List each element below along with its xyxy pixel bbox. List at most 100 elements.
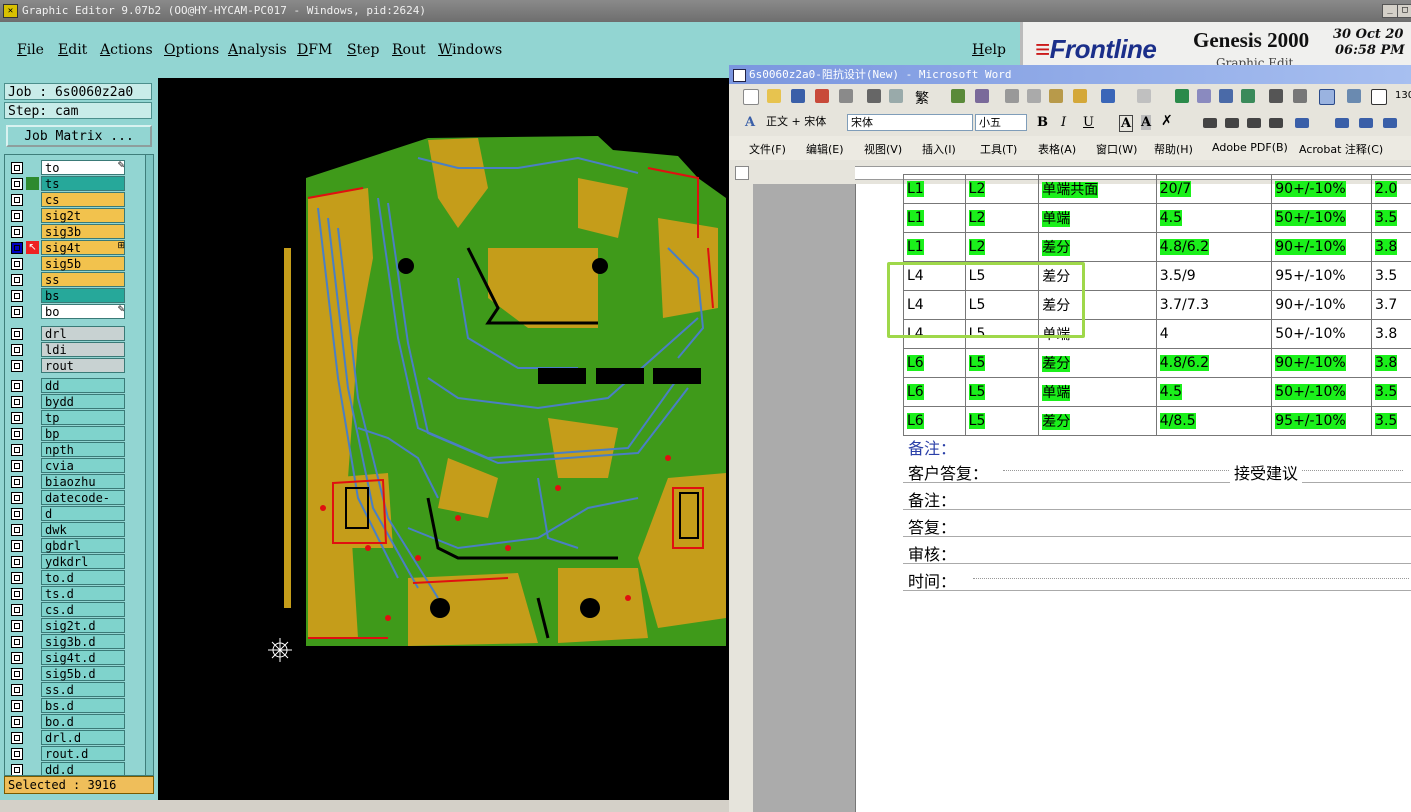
layer-name[interactable]: rout xyxy=(41,358,125,373)
layer-checkbox[interactable] xyxy=(11,460,23,472)
layer-checkbox[interactable] xyxy=(11,412,23,424)
styles-icon[interactable]: A xyxy=(745,115,755,130)
layer-checkbox[interactable] xyxy=(11,620,23,632)
layer-name[interactable]: bp xyxy=(41,426,125,441)
layer-checkbox[interactable] xyxy=(11,732,23,744)
font-size-dropdown[interactable]: 小五 xyxy=(975,114,1027,131)
layer-row[interactable]: dwk xyxy=(5,522,127,538)
layer-row[interactable]: cs.d xyxy=(5,602,127,618)
undo-icon[interactable] xyxy=(1101,89,1115,103)
layer-row[interactable]: ss.d xyxy=(5,682,127,698)
table-cell[interactable]: L5 xyxy=(964,377,1040,407)
font-dropdown[interactable]: 宋体 xyxy=(847,114,973,131)
layer-checkbox[interactable] xyxy=(11,524,23,536)
job-matrix-button[interactable]: Job Matrix ... xyxy=(6,125,152,147)
layer-row[interactable]: dd.d xyxy=(5,762,127,775)
menu-actions[interactable]: Actions xyxy=(100,42,153,58)
table-cell[interactable]: L5 xyxy=(964,348,1040,378)
layer-name[interactable]: bs.d xyxy=(41,698,125,713)
table-cell[interactable]: 3.5 xyxy=(1371,261,1411,291)
table-cell[interactable]: L6 xyxy=(903,348,966,378)
layer-checkbox[interactable] xyxy=(11,508,23,520)
table-cell[interactable]: L6 xyxy=(903,377,966,407)
menu-help[interactable]: Help xyxy=(972,42,1006,58)
layer-row[interactable]: rout.d xyxy=(5,746,127,762)
layer-checkbox[interactable] xyxy=(11,344,23,356)
hyperlink-icon[interactable] xyxy=(1175,89,1189,103)
layer-name[interactable]: cs xyxy=(41,192,125,207)
layer-checkbox[interactable] xyxy=(11,700,23,712)
word-menu-tools[interactable]: 工具(T) xyxy=(980,141,1017,157)
print-icon[interactable] xyxy=(867,89,881,103)
layer-row[interactable]: bs xyxy=(5,288,127,304)
layer-name[interactable]: ldi xyxy=(41,342,125,357)
layer-row[interactable]: ts.d xyxy=(5,586,127,602)
layer-checkbox[interactable] xyxy=(11,258,23,270)
layer-row[interactable]: gbdrl xyxy=(5,538,127,554)
layer-row[interactable]: npth xyxy=(5,442,127,458)
insert-table-icon[interactable] xyxy=(1219,89,1233,103)
align-right-icon[interactable] xyxy=(1247,118,1261,128)
layer-checkbox[interactable] xyxy=(11,716,23,728)
layer-checkbox[interactable] xyxy=(11,492,23,504)
line-spacing-icon[interactable] xyxy=(1295,118,1309,128)
save-icon[interactable] xyxy=(791,89,805,103)
layer-name[interactable]: gbdrl xyxy=(41,538,125,553)
menu-analysis[interactable]: Analysis xyxy=(228,42,287,58)
word-menu-window[interactable]: 窗口(W) xyxy=(1096,141,1137,157)
traditional-chinese-icon[interactable]: 繁 xyxy=(915,88,929,108)
layer-checkbox[interactable] xyxy=(11,428,23,440)
layer-checkbox[interactable] xyxy=(11,636,23,648)
word-menu-insert[interactable]: 插入(I) xyxy=(922,141,956,157)
layer-row[interactable]: sig3b xyxy=(5,224,127,240)
menu-file[interactable]: File xyxy=(17,42,44,58)
table-cell[interactable]: 4.8/6.2 xyxy=(1155,232,1273,262)
vertical-ruler[interactable] xyxy=(729,184,754,812)
layer-checkbox[interactable] xyxy=(11,684,23,696)
layer-checkbox[interactable] xyxy=(11,226,23,238)
table-cell[interactable]: 90+/-10% xyxy=(1271,290,1373,320)
layer-row[interactable]: ydkdrl xyxy=(5,554,127,570)
menu-options[interactable]: Options xyxy=(164,42,219,58)
layer-row[interactable]: ss xyxy=(5,272,127,288)
layer-row[interactable]: d xyxy=(5,506,127,522)
layer-row[interactable]: sig4t ⊞ ↖ xyxy=(5,240,127,256)
layer-name[interactable]: bs xyxy=(41,288,125,303)
layer-name[interactable]: to.d xyxy=(41,570,125,585)
table-cell[interactable]: L5 xyxy=(964,406,1040,436)
layer-row[interactable]: sig4t.d xyxy=(5,650,127,666)
table-cell[interactable]: L1 xyxy=(903,232,966,262)
word-menu-adobe-pdf[interactable]: Adobe PDF(B) xyxy=(1212,141,1288,154)
layer-checkbox[interactable] xyxy=(11,178,23,190)
drawing-icon[interactable] xyxy=(1293,89,1307,103)
table-cell[interactable]: 单端共面 xyxy=(1038,174,1157,204)
layer-checkbox[interactable] xyxy=(11,444,23,456)
layer-row[interactable]: bo.d xyxy=(5,714,127,730)
graphic-canvas[interactable] xyxy=(158,78,729,800)
table-cell[interactable]: 3.8 xyxy=(1371,319,1411,349)
layer-row[interactable]: sig2t xyxy=(5,208,127,224)
table-cell[interactable]: 90+/-10% xyxy=(1271,348,1373,378)
numbering-icon[interactable] xyxy=(1335,118,1349,128)
layer-name[interactable]: sig2t xyxy=(41,208,125,223)
permission-icon[interactable] xyxy=(815,89,829,103)
layer-checkbox[interactable] xyxy=(11,210,23,222)
layer-row[interactable]: bs.d xyxy=(5,698,127,714)
layer-name[interactable]: rout.d xyxy=(41,746,125,761)
layer-checkbox[interactable] xyxy=(11,668,23,680)
bullets-icon[interactable] xyxy=(1359,118,1373,128)
layer-checkbox[interactable] xyxy=(11,274,23,286)
align-left-icon[interactable] xyxy=(1203,118,1217,128)
layer-name[interactable]: sig3b xyxy=(41,224,125,239)
layer-name[interactable]: dd.d xyxy=(41,762,125,775)
layer-checkbox[interactable] xyxy=(11,764,23,775)
word-menu-edit[interactable]: 编辑(E) xyxy=(806,141,844,157)
layer-name[interactable]: bo.d xyxy=(41,714,125,729)
layer-name[interactable]: d xyxy=(41,506,125,521)
layer-name[interactable]: ydkdrl xyxy=(41,554,125,569)
layer-row[interactable]: biaozhu xyxy=(5,474,127,490)
layer-checkbox[interactable] xyxy=(11,328,23,340)
table-cell[interactable]: 20/7 xyxy=(1155,174,1273,204)
layer-row[interactable]: dd xyxy=(5,378,127,394)
word-menu-file[interactable]: 文件(F) xyxy=(749,141,786,157)
